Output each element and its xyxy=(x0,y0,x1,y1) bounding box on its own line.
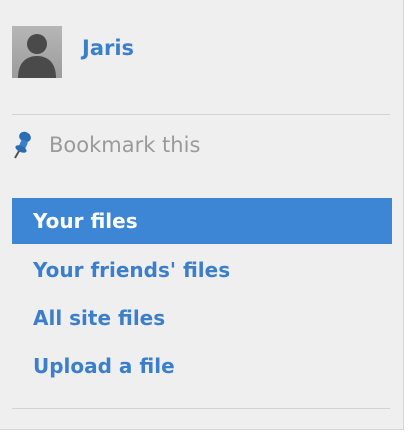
menu-item-all-site-files[interactable]: All site files xyxy=(12,294,392,342)
owner-block: Jaris xyxy=(12,26,134,78)
menu-item-upload-file[interactable]: Upload a file xyxy=(12,342,392,390)
menu-item-friends-files[interactable]: Your friends' files xyxy=(12,246,392,294)
divider xyxy=(12,114,390,115)
sidebar-panel: Jaris Bookmark this Your files Your frie… xyxy=(0,0,404,430)
files-menu: Your files Your friends' files All site … xyxy=(12,198,392,390)
user-silhouette-icon xyxy=(18,34,56,78)
avatar[interactable] xyxy=(12,26,62,78)
menu-item-your-files[interactable]: Your files xyxy=(12,198,392,244)
divider xyxy=(12,408,390,409)
bookmark-link[interactable]: Bookmark this xyxy=(12,130,200,160)
pushpin-icon xyxy=(14,131,31,159)
owner-name-link[interactable]: Jaris xyxy=(82,36,134,60)
bookmark-label: Bookmark this xyxy=(49,133,201,157)
